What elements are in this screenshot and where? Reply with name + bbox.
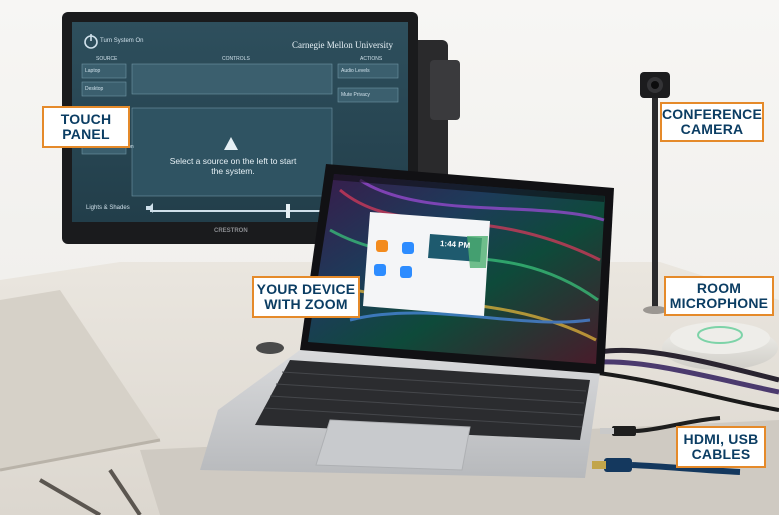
hdmi-plug	[604, 458, 632, 472]
conference-camera-callout-text: CONFERENCE CAMERA	[662, 106, 763, 137]
controls-header: CONTROLS	[222, 56, 250, 62]
your-device-callout-text: YOUR DEVICE WITH ZOOM	[256, 281, 356, 312]
scene-illustration	[0, 0, 779, 515]
hdmi-usb-callout-text: HDMI, USB CABLES	[683, 431, 759, 462]
zoom-join-icon[interactable]	[402, 242, 414, 254]
hdmi-usb-callout: HDMI, USB CABLES	[676, 426, 766, 468]
source-desktop-label: Desktop	[85, 86, 104, 92]
action-audio-levels-label: Audio Levels	[341, 68, 370, 74]
zoom-schedule-icon[interactable]	[374, 264, 386, 276]
cable-grommet	[256, 342, 284, 354]
camera-lens	[651, 81, 659, 89]
crestron-logo: CRESTRON	[214, 228, 248, 234]
touch-panel-message: Select a source on the left to start the…	[169, 156, 297, 176]
action-mute-privacy-label: Mute Privacy	[341, 92, 370, 98]
usb-plug	[612, 426, 636, 436]
conference-camera-callout: CONFERENCE CAMERA	[660, 102, 764, 142]
photo-scene: Turn System On Carnegie Mellon Universit…	[0, 0, 779, 515]
camera-pole	[652, 92, 658, 307]
actions-header: ACTIONS	[360, 56, 383, 62]
volume-slider-handle[interactable]	[286, 204, 290, 218]
source-laptop-label: Laptop	[85, 68, 101, 74]
zoom-share-screen-icon[interactable]	[400, 266, 412, 278]
room-microphone-callout: ROOM MICROPHONE	[664, 276, 774, 316]
your-device-callout: YOUR DEVICE WITH ZOOM	[252, 276, 360, 318]
volume-slider[interactable]	[150, 210, 330, 212]
university-name: Carnegie Mellon University	[292, 40, 393, 50]
controls-area	[131, 63, 333, 95]
room-microphone-callout-text: ROOM MICROPHONE	[669, 280, 769, 311]
power-label: Turn System On	[100, 38, 144, 44]
touch-panel-callout-text: TOUCH PANEL	[60, 111, 112, 142]
sources-header: SOURCE	[96, 56, 118, 62]
laptop-trackpad	[315, 419, 471, 471]
message-area	[131, 107, 333, 197]
lights-shades-button[interactable]: Lights & Shades	[86, 205, 130, 211]
zoom-new-meeting-icon[interactable]	[376, 240, 388, 252]
touch-panel-callout: TOUCH PANEL	[42, 106, 130, 148]
